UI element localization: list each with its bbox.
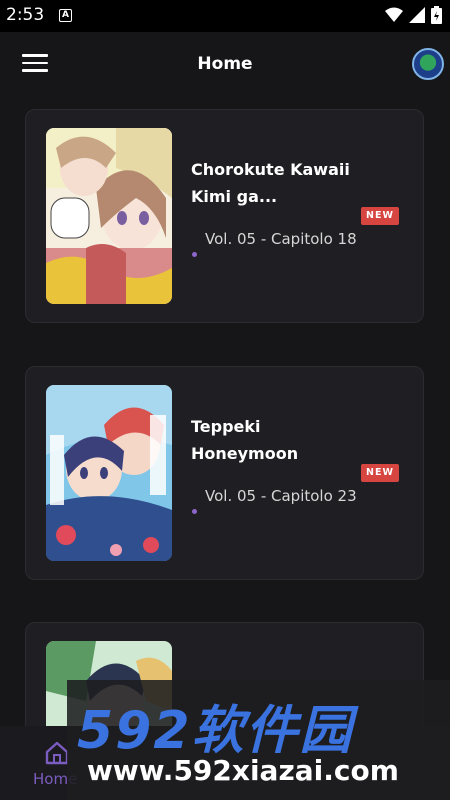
bullet-dot — [192, 252, 197, 257]
manga-cover — [46, 128, 172, 304]
page-title: Home — [197, 54, 253, 74]
chapter-info: Vol. 05 - Capitolo 23 — [205, 487, 357, 505]
status-time: 2:53 — [6, 5, 45, 25]
watermark-brand: 592软件园 — [77, 701, 354, 761]
watermark-overlay: 592软件园 www.592xiazai.com — [67, 680, 450, 800]
battery-icon — [431, 6, 442, 24]
manga-cover — [46, 385, 172, 561]
app-bar: Home — [0, 32, 450, 100]
manga-card[interactable]: Chorokute Kawaii Kimi ga... NEW Vol. 05 … — [25, 109, 424, 323]
manga-title: Teppeki Honeymoon — [191, 417, 299, 463]
bullet-dot — [192, 509, 197, 514]
chapter-info: Vol. 05 - Capitolo 18 — [205, 230, 357, 248]
wifi-icon — [385, 7, 403, 22]
status-bar: 2:53 A — [0, 0, 450, 32]
manga-title: Chorokute Kawaii Kimi ga... — [191, 160, 350, 206]
watermark-url: www.592xiazai.com — [87, 754, 399, 787]
avatar[interactable] — [412, 48, 444, 80]
notification-icon: A — [59, 9, 72, 22]
signal-icon — [409, 7, 425, 23]
new-badge: NEW — [361, 207, 399, 225]
new-badge: NEW — [361, 464, 399, 482]
status-icons — [385, 6, 442, 24]
manga-card[interactable]: Teppeki Honeymoon NEW Vol. 05 - Capitolo… — [25, 366, 424, 580]
